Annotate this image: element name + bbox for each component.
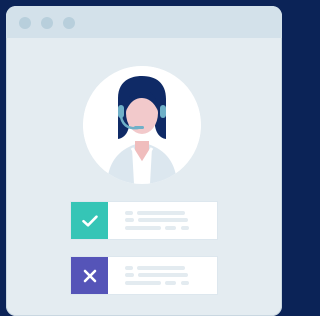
success-status-box (71, 202, 108, 239)
failure-status-row (71, 257, 217, 294)
success-status-row (71, 202, 217, 239)
window-dot-3[interactable] (63, 17, 75, 29)
placeholder-line (181, 281, 189, 285)
failure-status-box (71, 257, 108, 294)
support-agent-avatar (83, 66, 201, 184)
app-window (6, 6, 282, 316)
placeholder-line (138, 273, 188, 277)
window-titlebar (6, 6, 282, 38)
placeholder-line (125, 218, 134, 222)
placeholder-line (165, 281, 176, 285)
placeholder-line (125, 266, 133, 270)
close-icon (83, 269, 96, 282)
placeholder-line (125, 273, 134, 277)
placeholder-line (165, 226, 176, 230)
window-dot-1[interactable] (19, 17, 31, 29)
placeholder-line (125, 211, 133, 215)
placeholder-line (125, 281, 161, 285)
placeholder-line (138, 218, 188, 222)
placeholder-line (137, 266, 185, 270)
placeholder-line (125, 226, 161, 230)
check-icon (81, 214, 98, 227)
window-dot-2[interactable] (41, 17, 53, 29)
support-agent-avatar-icon (83, 66, 201, 184)
placeholder-line (137, 211, 185, 215)
placeholder-line (181, 226, 189, 230)
